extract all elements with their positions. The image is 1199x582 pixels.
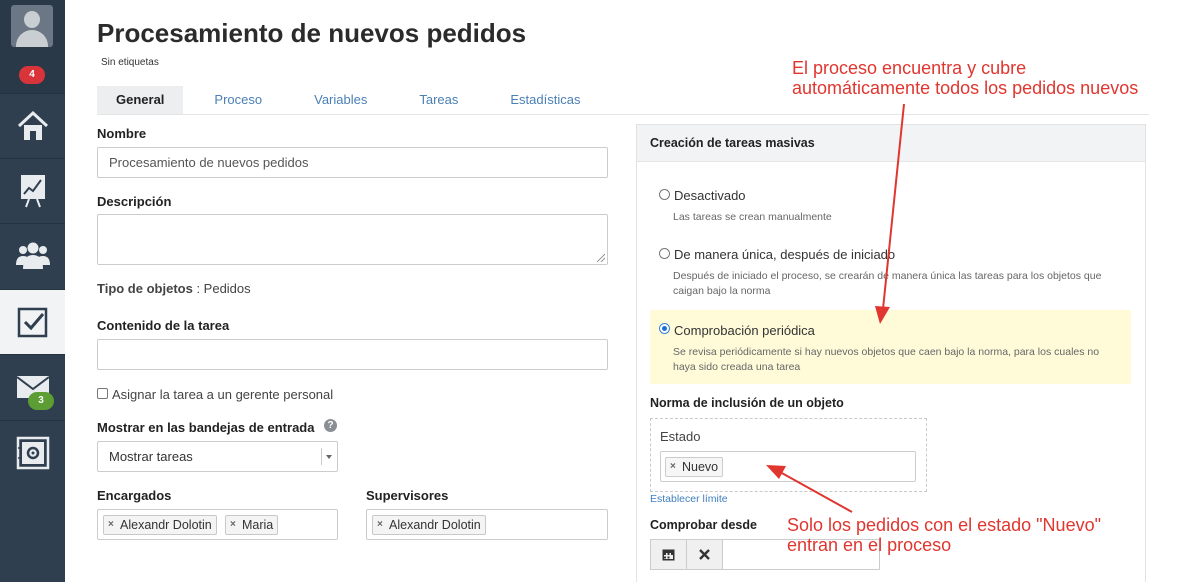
arrowhead-left	[766, 465, 786, 479]
arrow-to-periodic-option	[882, 103, 905, 310]
arrowhead-down	[875, 306, 890, 324]
annotation-arrows	[766, 103, 905, 513]
arrow-to-status-tag	[779, 471, 853, 513]
